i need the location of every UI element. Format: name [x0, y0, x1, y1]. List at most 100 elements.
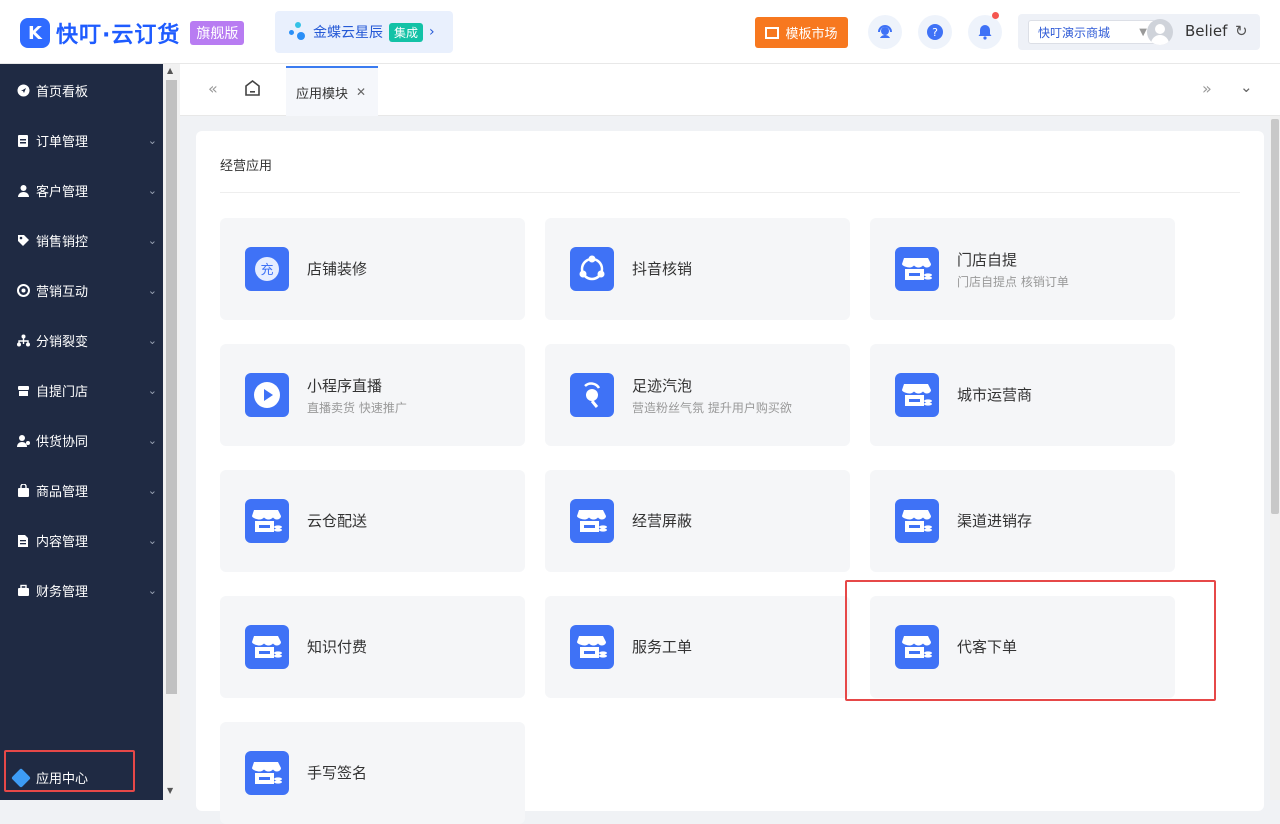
username[interactable]: Belief [1185, 22, 1227, 40]
sidebar-item-label: 营销互动 [36, 284, 89, 300]
top-header: K 快叮·云订货 旗舰版 金蝶云星辰 集成 › 模板市场 ? 快叮演示商城 ▼ … [0, 0, 1280, 64]
app-card-title: 渠道进销存 [957, 512, 1033, 530]
sidebar-item-orders[interactable]: 订单管理 ⌄ [0, 115, 163, 165]
app-card[interactable]: 经营屏蔽 [545, 470, 850, 572]
app-card-title: 店铺装修 [307, 260, 368, 278]
highlight-app-center [4, 750, 135, 792]
sidebar-item-sales-control[interactable]: 销售销控 ⌄ [0, 215, 163, 265]
bell-icon [978, 25, 992, 40]
sidebar-item-distribution[interactable]: 分销裂变 ⌄ [0, 315, 163, 365]
app-card[interactable]: 城市运营商 [870, 344, 1175, 446]
app-card[interactable]: 门店自提 门店自提点 核销订单 [870, 218, 1175, 320]
chevron-down-icon[interactable]: ⌄ [1240, 78, 1253, 96]
sidebar-item-finance[interactable]: 财务管理 ⌄ [0, 565, 163, 615]
app-card[interactable]: 充 店铺装修 [220, 218, 525, 320]
hierarchy-icon [16, 333, 30, 347]
chevron-down-icon: ⌄ [147, 383, 157, 397]
sidebar-item-label: 供货协同 [36, 434, 89, 450]
scroll-up-arrow-icon[interactable]: ▲ [167, 66, 173, 75]
refresh-icon[interactable]: ↻ [1235, 22, 1248, 40]
avatar[interactable] [1147, 19, 1173, 45]
app-card-title: 知识付费 [307, 638, 368, 656]
sidebar-item-supply[interactable]: 供货协同 ⌄ [0, 415, 163, 465]
section-title: 经营应用 [220, 159, 273, 174]
home-icon[interactable] [244, 79, 261, 101]
app-card[interactable]: 手写签名 [220, 722, 525, 824]
app-card-title: 经营屏蔽 [632, 512, 693, 530]
storefront-icon [245, 625, 289, 669]
app-card[interactable]: 小程序直播直播卖货 快速推广 [220, 344, 525, 446]
chevron-down-icon: ⌄ [147, 533, 157, 547]
app-card[interactable]: 知识付费 [220, 596, 525, 698]
app-card[interactable]: 云仓配送 [220, 470, 525, 572]
app-card-title: 小程序直播 [307, 377, 383, 395]
help-button[interactable]: ? [918, 15, 952, 49]
svg-text:充: 充 [260, 262, 273, 278]
user-share-icon [16, 433, 30, 447]
sidebar-item-products[interactable]: 商品管理 ⌄ [0, 465, 163, 515]
sidebar-item-label: 财务管理 [36, 584, 89, 600]
app-card-title: 手写签名 [307, 764, 368, 782]
app-card-title: 服务工单 [632, 638, 693, 656]
app-card-title: 抖音核销 [632, 260, 693, 278]
edition-badge: 旗舰版 [190, 21, 245, 45]
logo-text: 快叮·云订货 [56, 23, 181, 48]
logo-icon: K [20, 18, 50, 48]
sidebar-item-label: 销售销控 [36, 234, 89, 250]
sidebar-item-label: 商品管理 [36, 484, 89, 500]
integration-badge: 集成 [389, 22, 424, 42]
tab-app-modules[interactable]: 应用模块 ✕ [286, 66, 378, 116]
scroll-tabs-right-icon[interactable]: » [1202, 79, 1212, 98]
app-card[interactable]: 渠道进销存 [870, 470, 1175, 572]
customer-service-button[interactable] [868, 15, 902, 49]
main-scrollbar-thumb[interactable] [1271, 119, 1279, 514]
app-card-title: 城市运营商 [957, 386, 1033, 404]
collapse-left-icon[interactable]: « [208, 79, 218, 98]
sidebar-item-customers[interactable]: 客户管理 ⌄ [0, 165, 163, 215]
app-logo[interactable]: K 快叮·云订货 旗舰版 [20, 17, 245, 49]
share-circle-icon [570, 247, 614, 291]
chevron-down-icon: ⌄ [147, 483, 157, 497]
store-name: 快叮演示商城 [1038, 25, 1111, 40]
template-market-button[interactable]: 模板市场 [755, 17, 848, 48]
scroll-down-arrow-icon[interactable]: ▼ [167, 786, 173, 795]
chevron-down-icon: ⌄ [147, 333, 157, 347]
sidebar-item-label: 分销裂变 [36, 334, 89, 350]
bubble-icon [570, 373, 614, 417]
sidebar: 首页看板 订单管理 ⌄ 客户管理 ⌄ 销售销控 ⌄ 营销互动 ⌄ 分销裂变 ⌄ … [0, 64, 163, 800]
close-icon[interactable]: ✕ [356, 85, 366, 99]
kingdee-integration-button[interactable]: 金蝶云星辰 集成 › [275, 11, 453, 53]
sidebar-scrollbar-thumb[interactable] [166, 80, 177, 694]
send-icon [16, 83, 30, 97]
sidebar-scrollbar[interactable]: ▲ ▼ [163, 64, 180, 800]
sidebar-item-content[interactable]: 内容管理 ⌄ [0, 515, 163, 565]
app-card[interactable]: 足迹汽泡 营造粉丝气氛 提升用户购买欲 [545, 344, 850, 446]
sidebar-item-dashboard[interactable]: 首页看板 [0, 65, 163, 115]
play-icon [245, 373, 289, 417]
chevron-down-icon: ⌄ [147, 283, 157, 297]
svg-text:?: ? [932, 26, 938, 39]
storefront-icon [570, 625, 614, 669]
storefront-icon [895, 373, 939, 417]
briefcase-icon [16, 583, 30, 597]
app-card[interactable]: 抖音核销 [545, 218, 850, 320]
chevron-down-icon: ▼ [1139, 26, 1147, 38]
tab-bar: « 应用模块 ✕ » ⌄ [180, 64, 1280, 116]
app-card-title: 门店自提 [957, 251, 1018, 269]
app-card[interactable]: 服务工单 [545, 596, 850, 698]
tag-icon [16, 233, 30, 247]
sidebar-item-marketing[interactable]: 营销互动 ⌄ [0, 265, 163, 315]
sidebar-item-pickup-stores[interactable]: 自提门店 ⌄ [0, 365, 163, 415]
storefront-icon [245, 751, 289, 795]
store-icon [16, 383, 30, 397]
bag-icon [16, 483, 30, 497]
app-card-title: 足迹汽泡 [632, 377, 693, 395]
help-icon: ? [927, 24, 943, 40]
notification-button[interactable] [968, 12, 1002, 49]
decoration-icon: 充 [245, 247, 289, 291]
notification-dot [992, 12, 999, 19]
store-select[interactable]: 快叮演示商城 ▼ [1028, 20, 1156, 44]
app-card-description: 直播卖货 快速推广 [307, 401, 407, 415]
clipboard-icon [16, 133, 30, 147]
tab-label: 应用模块 [296, 86, 349, 102]
